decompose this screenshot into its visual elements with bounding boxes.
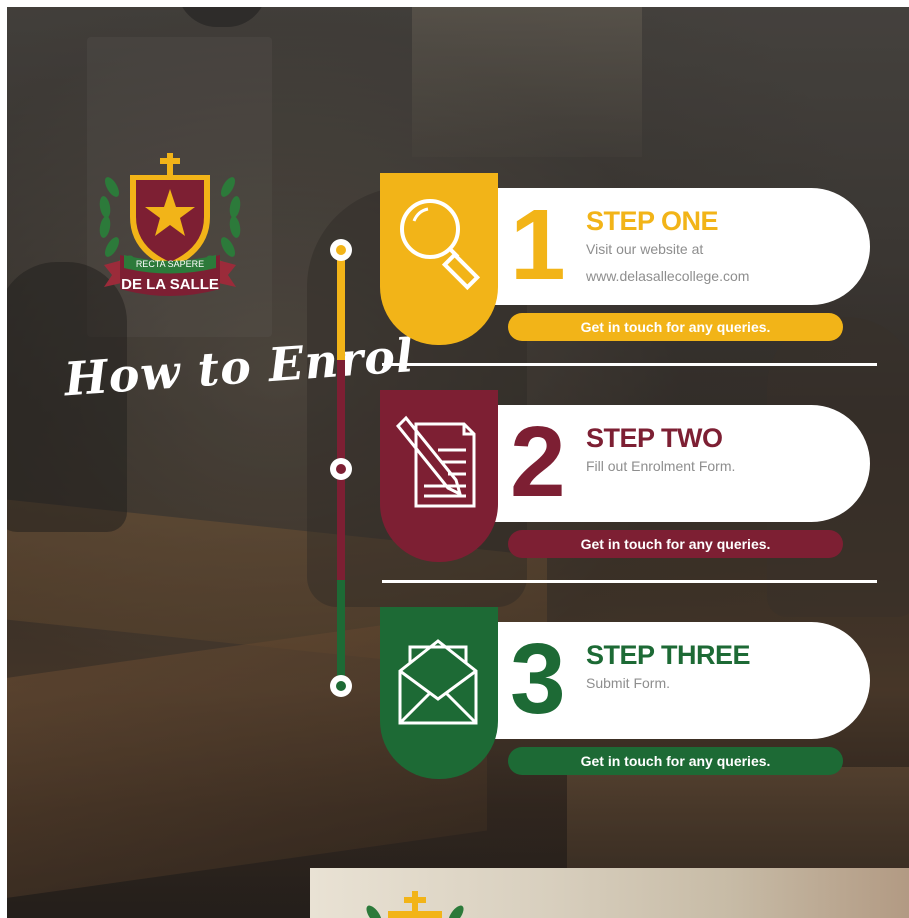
magnifying-glass-icon (400, 199, 481, 291)
timeline-segment-yellow (337, 250, 345, 360)
step-number: 3 (510, 623, 566, 735)
crest-motto: RECTA SAPERE (136, 259, 204, 269)
step-number: 1 (510, 189, 566, 301)
timeline-dot (330, 675, 352, 697)
step-number: 2 (510, 406, 566, 518)
step-two-card: 2 STEP TWO Fill out Enrolment Form. Get … (380, 390, 880, 590)
step-title: STEP TWO (586, 423, 723, 453)
contact-cta[interactable]: Get in touch for any queries. (508, 747, 843, 775)
step-description-line: www.delasallecollege.com (586, 268, 750, 284)
de-la-salle-crest-logo: RECTA SAPERE DE LA SALLE (99, 153, 241, 296)
timeline-segment-green (337, 580, 345, 686)
step-description: Visit our website at www.delasallecolleg… (586, 236, 749, 290)
step-title: STEP THREE (586, 640, 751, 670)
step-icon-tab (380, 173, 498, 345)
timeline-dot (330, 458, 352, 480)
crest-name: DE LA SALLE (121, 276, 219, 293)
step-three-card: 3 STEP THREE Submit Form. Get in touch f… (380, 607, 880, 807)
step-title: STEP ONE (586, 206, 719, 236)
step-icon-tab (380, 607, 498, 779)
step-description-line: Fill out Enrolment Form. (586, 458, 736, 474)
crest-logo-preview (366, 891, 464, 918)
contact-cta[interactable]: Get in touch for any queries. (508, 530, 843, 558)
step-description-line: Submit Form. (586, 675, 671, 691)
step-description: Fill out Enrolment Form. (586, 453, 735, 480)
contact-cta[interactable]: Get in touch for any queries. (508, 313, 843, 341)
step-icon-tab (380, 390, 498, 562)
step-description-line: Visit our website at (586, 241, 704, 257)
step-one-card: 1 STEP ONE Visit our website at www.dela… (380, 173, 880, 373)
timeline-dot (330, 239, 352, 261)
form-pencil-icon (395, 415, 476, 508)
envelope-icon (398, 639, 478, 725)
step-description: Submit Form. (586, 670, 670, 697)
